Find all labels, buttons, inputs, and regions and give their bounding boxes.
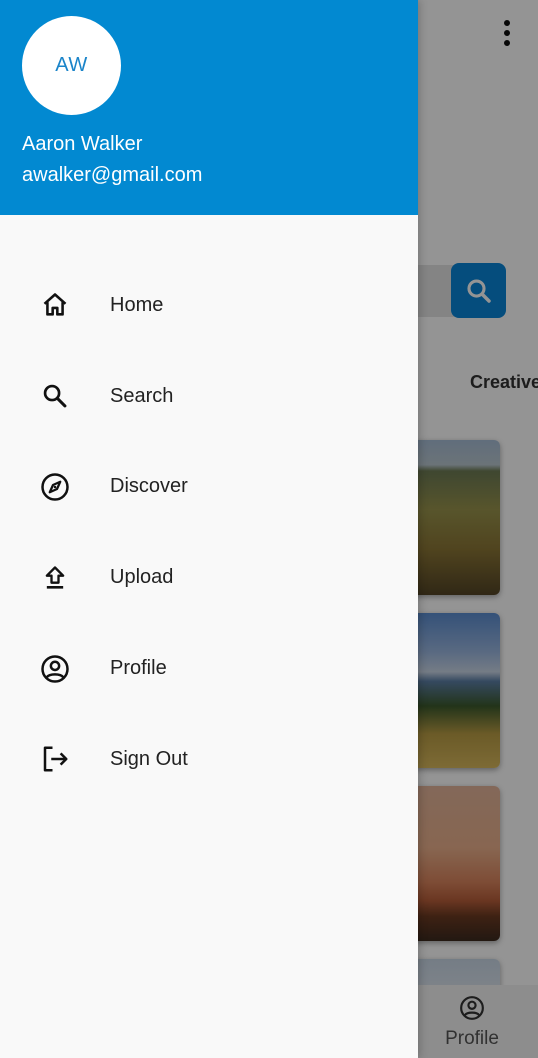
drawer-item-label: Discover [110, 475, 188, 498]
drawer-item-label: Search [110, 384, 174, 407]
drawer-item-discover[interactable]: Discover [0, 442, 418, 533]
drawer-item-label: Home [110, 293, 164, 316]
drawer-item-sign-out[interactable]: Sign Out [0, 714, 418, 805]
compass-icon [39, 471, 71, 503]
user-name: Aaron Walker [22, 133, 143, 155]
drawer-item-label: Upload [110, 566, 174, 589]
drawer-item-label: Sign Out [110, 747, 188, 770]
drawer-item-profile[interactable]: Profile [0, 623, 418, 714]
drawer-item-home[interactable]: Home [0, 260, 418, 351]
navigation-drawer: AW Aaron Walker awalker@gmail.com Home S… [0, 0, 418, 1058]
avatar-initials: AW [55, 54, 88, 76]
home-icon [39, 289, 71, 321]
account-circle-icon [39, 653, 71, 685]
upload-icon [39, 562, 71, 594]
logout-icon [39, 743, 71, 775]
avatar[interactable]: AW [22, 16, 121, 115]
drawer-item-upload[interactable]: Upload [0, 532, 418, 623]
drawer-item-search[interactable]: Search [0, 351, 418, 442]
drawer-item-label: Profile [110, 657, 167, 680]
drawer-menu: Home Search Discover Upload Profile Sign… [0, 260, 418, 805]
search-icon [39, 380, 71, 412]
drawer-header: AW Aaron Walker awalker@gmail.com [0, 0, 418, 215]
user-email: awalker@gmail.com [22, 164, 203, 186]
